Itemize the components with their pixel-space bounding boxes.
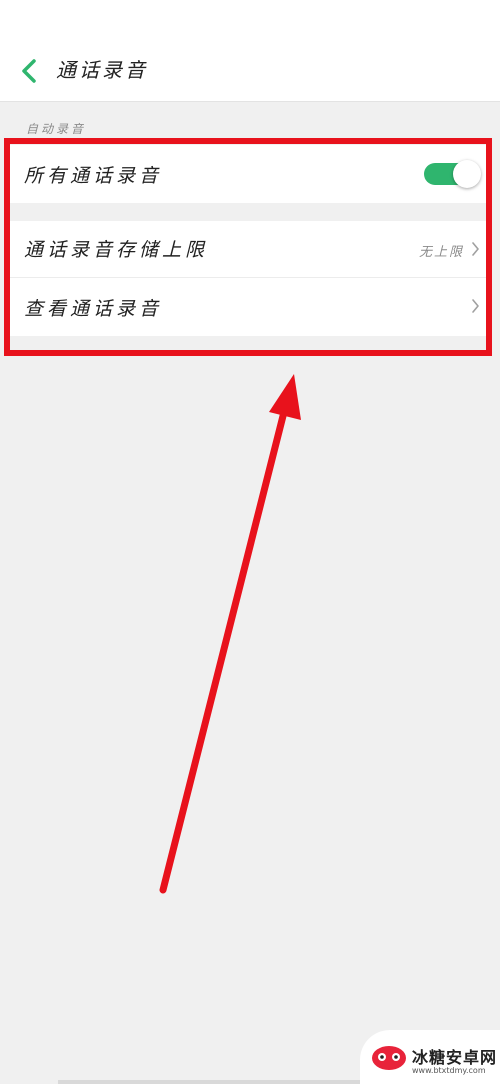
- watermark-logo-icon: [372, 1046, 406, 1070]
- watermark-title: 冰糖安卓网: [412, 1048, 498, 1067]
- watermark-badge: 冰糖安卓网 www.btxtdmy.com: [360, 1030, 500, 1084]
- watermark-url: www.btxtdmy.com: [412, 1066, 486, 1075]
- red-arrow-annotation: [159, 374, 301, 894]
- bottom-edge-bar: [58, 1080, 360, 1084]
